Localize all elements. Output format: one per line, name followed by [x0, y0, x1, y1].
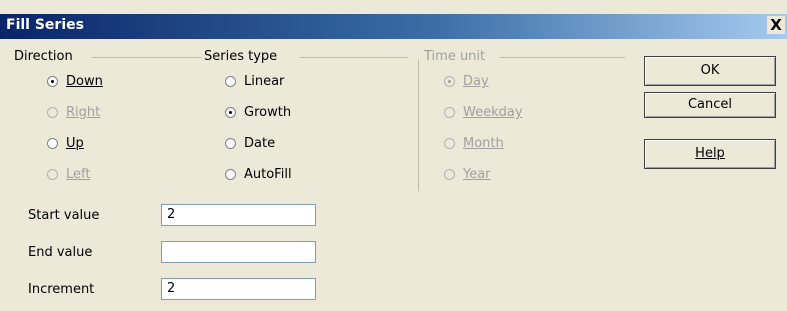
radio-direction-down[interactable]: Down	[47, 74, 103, 89]
increment-label: Increment	[28, 282, 95, 297]
radio-label: Date	[244, 136, 276, 151]
radio-icon	[444, 138, 455, 149]
radio-time-month[interactable]: Month	[444, 136, 504, 151]
radio-label: Year	[463, 167, 491, 182]
radio-label: Growth	[244, 105, 292, 120]
radio-time-day[interactable]: Day	[444, 74, 489, 89]
radio-direction-right[interactable]: Right	[47, 105, 100, 120]
help-button[interactable]: Help	[644, 139, 776, 169]
radio-icon	[47, 107, 58, 118]
radio-icon	[444, 107, 455, 118]
end-value-label: End value	[28, 245, 93, 260]
radio-direction-up[interactable]: Up	[47, 136, 84, 151]
radio-icon	[444, 169, 455, 180]
series-type-group-title: Series type	[204, 49, 282, 64]
radio-selected-icon	[47, 76, 58, 87]
radio-icon	[225, 169, 236, 180]
radio-icon	[225, 76, 236, 87]
cancel-button[interactable]: Cancel	[644, 92, 776, 118]
radio-label: Month	[463, 136, 504, 151]
radio-icon	[47, 169, 58, 180]
radio-label: Linear	[244, 74, 285, 89]
start-value-input[interactable]: 2	[161, 204, 316, 226]
separator	[418, 59, 419, 191]
radio-series-growth[interactable]: Growth	[225, 105, 291, 120]
ok-button[interactable]: OK	[644, 56, 776, 86]
radio-label: Down	[66, 74, 103, 89]
title-bar: Fill Series X	[0, 14, 787, 39]
increment-input[interactable]: 2	[161, 278, 316, 300]
time-unit-group-title: Time unit	[424, 49, 490, 64]
radio-label: Weekday	[463, 105, 523, 120]
radio-icon	[47, 138, 58, 149]
radio-time-year[interactable]: Year	[444, 167, 491, 182]
radio-selected-icon	[225, 107, 236, 118]
radio-time-weekday[interactable]: Weekday	[444, 105, 523, 120]
window-title: Fill Series	[6, 17, 84, 33]
radio-label: AutoFill	[244, 167, 292, 182]
direction-group-title: Direction	[14, 49, 77, 64]
direction-group: Direction	[14, 49, 202, 189]
radio-direction-left[interactable]: Left	[47, 167, 90, 182]
radio-series-date[interactable]: Date	[225, 136, 275, 151]
dialog-body: Direction Down Right Up Left Series type…	[0, 39, 787, 311]
start-value-label: Start value	[28, 208, 100, 223]
radio-series-linear[interactable]: Linear	[225, 74, 284, 89]
radio-series-autofill[interactable]: AutoFill	[225, 167, 292, 182]
radio-label: Day	[463, 74, 489, 89]
radio-label: Left	[66, 167, 91, 182]
radio-label: Up	[66, 136, 84, 151]
radio-label: Right	[66, 105, 101, 120]
radio-selected-icon	[444, 76, 455, 87]
close-button[interactable]: X	[767, 16, 785, 34]
end-value-input[interactable]	[161, 241, 316, 263]
radio-icon	[225, 138, 236, 149]
